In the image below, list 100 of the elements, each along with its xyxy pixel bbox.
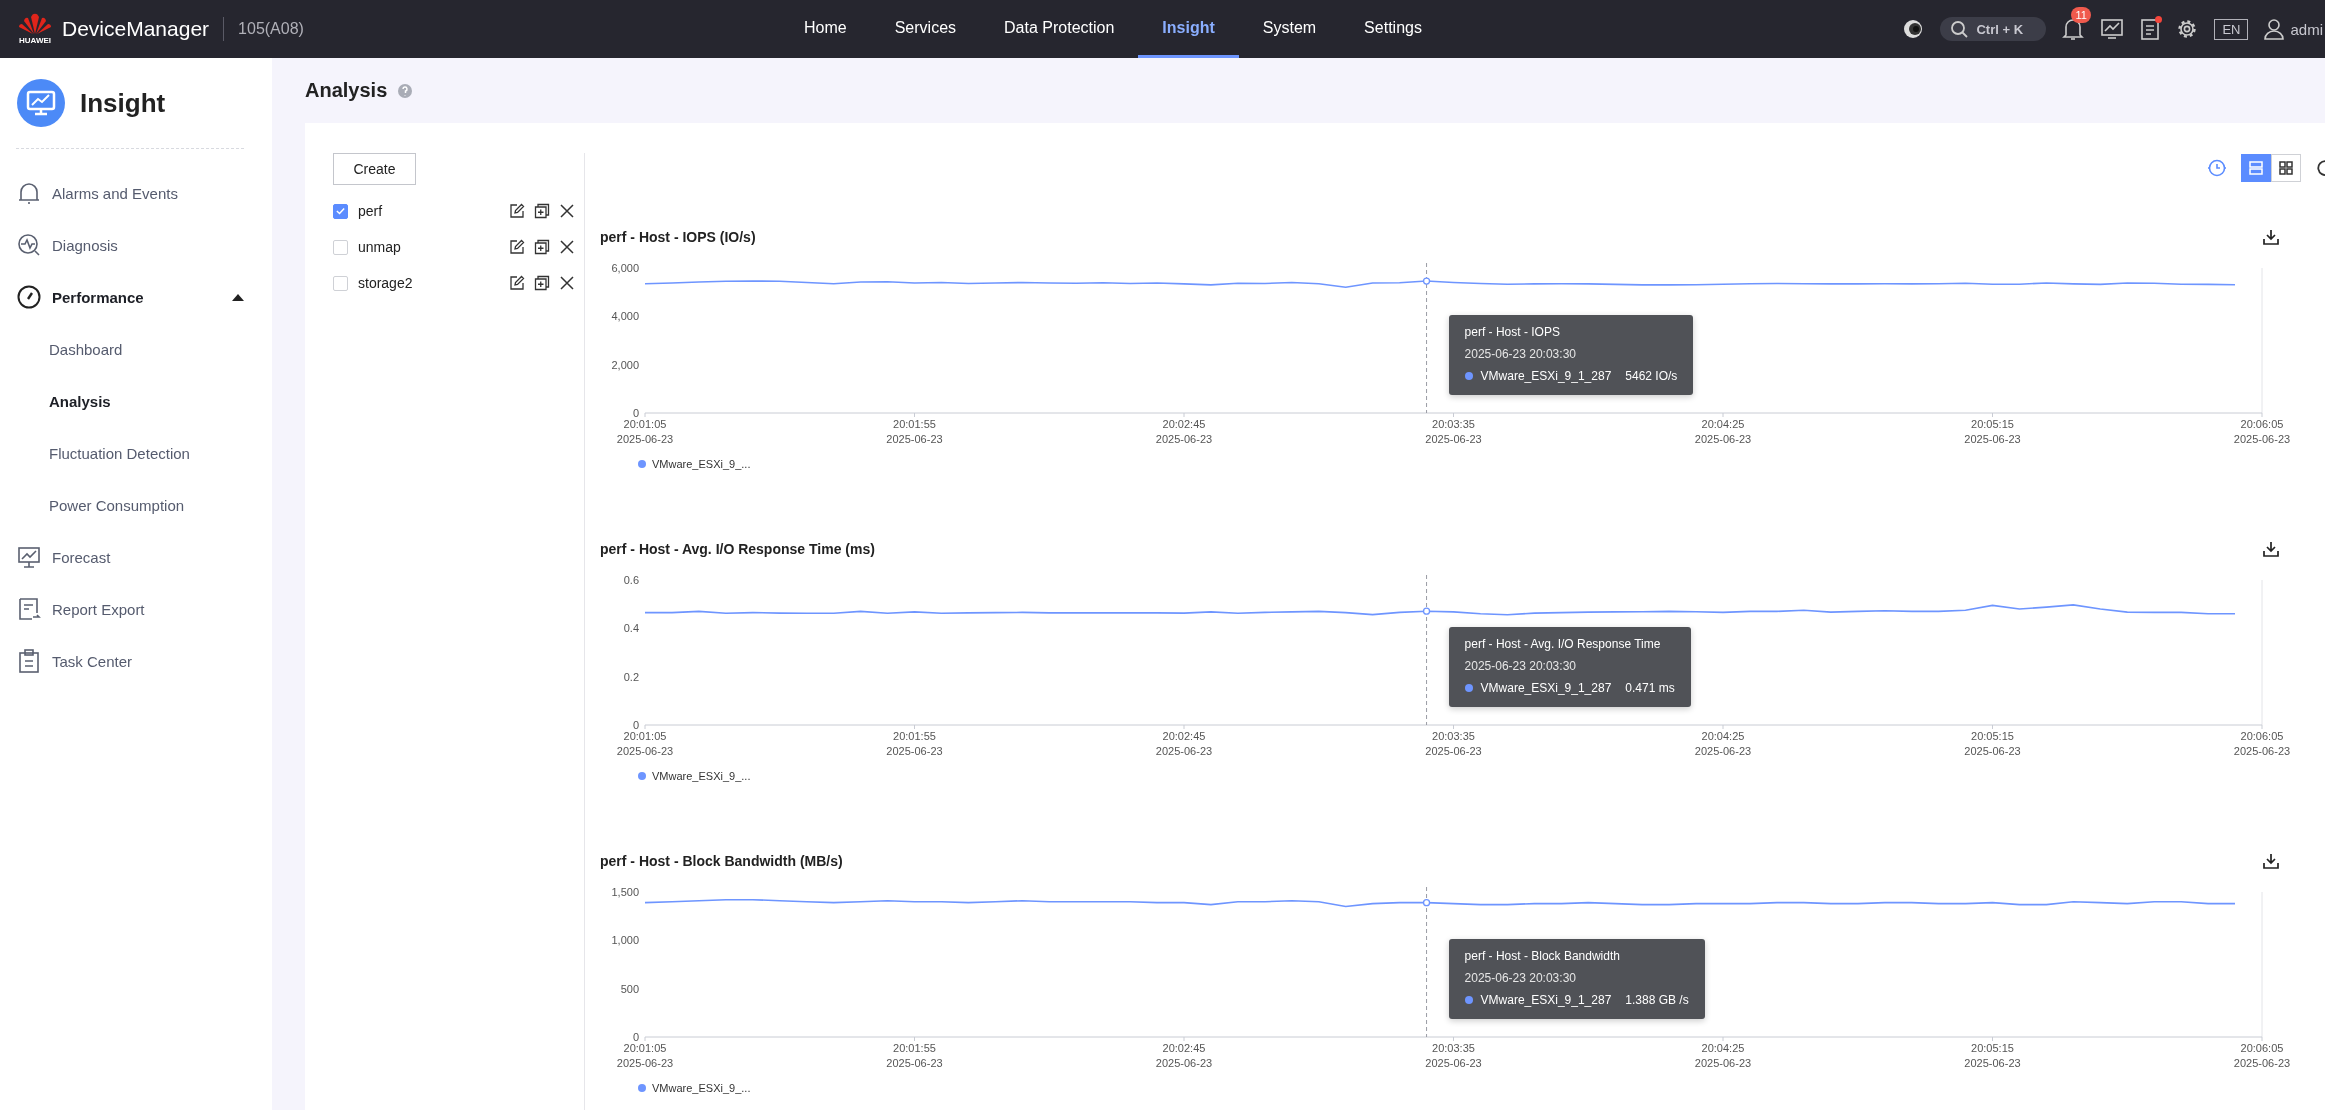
sidebar-subitem[interactable]: Analysis bbox=[16, 375, 256, 427]
close-icon[interactable] bbox=[559, 203, 575, 219]
axis-label: 20:04:25 2025-06-23 bbox=[1694, 730, 1752, 757]
notification-badge: 11 bbox=[2071, 7, 2091, 23]
axis-label: 20:03:35 2025-06-23 bbox=[1425, 730, 1482, 757]
copy-icon[interactable] bbox=[534, 275, 550, 291]
chart-title: perf - Host - Block Bandwidth (MB/s) bbox=[600, 853, 843, 869]
download-icon[interactable] bbox=[2262, 852, 2280, 870]
sidebar-item[interactable]: Forecast bbox=[16, 531, 256, 583]
axis-label: 0 bbox=[632, 1031, 639, 1043]
tooltip-time: 2025-06-23 20:03:30 bbox=[1464, 971, 1577, 985]
tooltip-series: VMware_ESXi_9_1_287 bbox=[1480, 369, 1612, 383]
legend-label[interactable]: VMware_ESXi_9_... bbox=[652, 770, 751, 782]
sidebar-subitem[interactable]: Power Consumption bbox=[16, 479, 256, 531]
axis-label: 20:05:15 2025-06-23 bbox=[1964, 418, 2021, 445]
search-button[interactable]: Ctrl + K bbox=[1940, 17, 2047, 41]
axis-label: 20:04:25 2025-06-23 bbox=[1694, 1042, 1752, 1069]
clipboard-icon bbox=[16, 648, 42, 674]
language-button[interactable]: EN bbox=[2214, 18, 2249, 40]
axis-label: 20:02:45 2025-06-23 bbox=[1155, 418, 1213, 445]
axis-label: 6,000 bbox=[611, 262, 639, 274]
grid-icon bbox=[2278, 160, 2294, 176]
analysis-name[interactable]: unmap bbox=[358, 239, 509, 255]
axis-label: 20:01:55 2025-06-23 bbox=[886, 418, 943, 445]
checkbox[interactable] bbox=[333, 239, 348, 255]
tooltip-value: 0.471 ms bbox=[1625, 681, 1675, 695]
axis-label: 20:01:05 2025-06-23 bbox=[616, 418, 674, 445]
edit-icon[interactable] bbox=[509, 203, 525, 219]
axis-label: 1,000 bbox=[611, 934, 639, 947]
analysis-name[interactable]: storage2 bbox=[358, 275, 509, 291]
tooltip-value: 1.388 GB /s bbox=[1625, 993, 1689, 1007]
hover-point bbox=[1422, 899, 1431, 907]
chart-monitor-icon[interactable] bbox=[2100, 18, 2125, 40]
sidebar-item[interactable]: Diagnosis bbox=[16, 219, 256, 271]
tooltip-time: 2025-06-23 20:03:30 bbox=[1464, 659, 1577, 673]
axis-label: 20:02:45 2025-06-23 bbox=[1155, 730, 1213, 757]
axis-label: 500 bbox=[620, 982, 639, 995]
caret-icon bbox=[232, 293, 244, 301]
search-icon bbox=[1950, 20, 1969, 38]
checkbox[interactable] bbox=[333, 203, 348, 219]
checkbox[interactable] bbox=[333, 275, 348, 291]
series-dot bbox=[1464, 372, 1473, 380]
analysis-name[interactable]: perf bbox=[358, 203, 509, 219]
axis-label: 20:03:35 2025-06-23 bbox=[1425, 1042, 1482, 1069]
create-button[interactable]: Create bbox=[333, 153, 416, 185]
download-icon[interactable] bbox=[2262, 228, 2280, 246]
app-name: DeviceManager bbox=[62, 17, 225, 41]
hover-point bbox=[1422, 607, 1431, 615]
nav-tab[interactable]: Home bbox=[780, 0, 871, 58]
grid-view-button[interactable] bbox=[2271, 154, 2301, 182]
tooltip-value: 5462 IO/s bbox=[1625, 369, 1678, 383]
time-range-icon[interactable] bbox=[2207, 158, 2227, 178]
page-title: Analysis bbox=[305, 79, 388, 102]
download-icon[interactable] bbox=[2262, 540, 2280, 558]
section-title: Insight bbox=[80, 87, 166, 119]
axis-label: 0 bbox=[632, 719, 639, 731]
settings-icon[interactable] bbox=[2176, 18, 2199, 40]
sidebar-subitem[interactable]: Dashboard bbox=[16, 323, 256, 375]
notification-icon[interactable] bbox=[2062, 17, 2085, 41]
axis-label: 20:06:05 2025-06-23 bbox=[2233, 418, 2291, 445]
axis-label: 20:02:45 2025-06-23 bbox=[1155, 1042, 1213, 1069]
axis-label: 2,000 bbox=[611, 358, 639, 371]
sidebar-item[interactable]: Performance bbox=[16, 271, 256, 323]
axis-label: 20:05:15 2025-06-23 bbox=[1964, 730, 2021, 757]
close-icon[interactable] bbox=[559, 275, 575, 291]
chart-title: perf - Host - IOPS (IO/s) bbox=[600, 229, 756, 245]
axis-label: 20:06:05 2025-06-23 bbox=[2233, 730, 2291, 757]
monitor-chart-icon bbox=[16, 544, 42, 570]
edit-icon[interactable] bbox=[509, 275, 525, 291]
tooltip-title: perf - Host - Block Bandwidth bbox=[1464, 949, 1621, 963]
sidebar-item[interactable]: Task Center bbox=[16, 635, 256, 687]
nav-tab[interactable]: Data Protection bbox=[980, 0, 1139, 58]
sidebar-item[interactable]: Report Export bbox=[16, 583, 256, 635]
diagnosis-icon bbox=[16, 232, 42, 258]
axis-label: 0.4 bbox=[623, 622, 639, 635]
tooltip-time: 2025-06-23 20:03:30 bbox=[1464, 347, 1577, 361]
axis-label: 20:01:55 2025-06-23 bbox=[886, 730, 943, 757]
document-icon[interactable] bbox=[2140, 17, 2161, 41]
nav-tab[interactable]: Settings bbox=[1340, 0, 1446, 58]
sidebar-subitem[interactable]: Fluctuation Detection bbox=[16, 427, 256, 479]
gauge-icon bbox=[16, 284, 42, 310]
nav-tab[interactable]: Services bbox=[870, 0, 981, 58]
axis-label: 0.2 bbox=[623, 670, 639, 683]
axis-label: 20:03:35 2025-06-23 bbox=[1425, 418, 1482, 445]
user-icon[interactable] bbox=[2264, 18, 2285, 40]
legend-label[interactable]: VMware_ESXi_9_... bbox=[652, 1082, 751, 1094]
edit-icon[interactable] bbox=[509, 239, 525, 255]
axis-label: 20:04:25 2025-06-23 bbox=[1694, 418, 1752, 445]
axis-label: 0 bbox=[632, 407, 639, 419]
tooltip-title: perf - Host - IOPS bbox=[1464, 325, 1561, 339]
user-name[interactable]: admi bbox=[2290, 20, 2323, 38]
copy-icon[interactable] bbox=[534, 203, 550, 219]
copy-icon[interactable] bbox=[534, 239, 550, 255]
axis-label: 4,000 bbox=[611, 310, 639, 323]
theme-toggle-icon[interactable] bbox=[1902, 18, 1925, 40]
nav-tab[interactable]: System bbox=[1238, 0, 1341, 58]
axis-label: 20:01:05 2025-06-23 bbox=[616, 730, 674, 757]
legend-label[interactable]: VMware_ESXi_9_... bbox=[652, 458, 751, 470]
close-icon[interactable] bbox=[559, 239, 575, 255]
sidebar-item[interactable]: Alarms and Events bbox=[16, 167, 256, 219]
